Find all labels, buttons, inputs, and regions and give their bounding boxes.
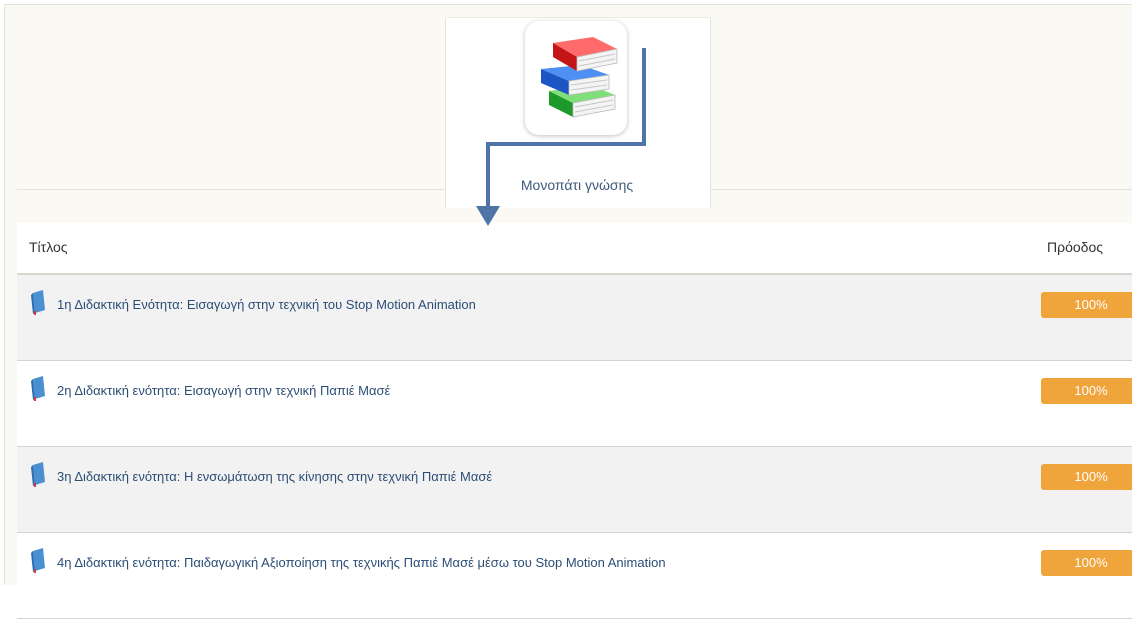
book-icon	[31, 461, 47, 492]
progress-badge: 100%	[1041, 378, 1132, 404]
book-icon	[31, 375, 47, 406]
tab-divider-left	[17, 189, 445, 190]
table-row: 3η Διδακτική ενότητα: Η ενσωμάτωση της κ…	[17, 447, 1132, 533]
table-header: Τίτλος Πρόοδος	[17, 223, 1132, 275]
progress-badge: 100%	[1041, 464, 1132, 490]
books-stack-icon[interactable]	[525, 21, 627, 135]
tab-divider-right	[709, 189, 1132, 190]
table-row: 1η Διδακτική Ενότητα: Εισαγωγή στην τεχν…	[17, 275, 1132, 361]
tab-bar: Μονοπάτι γνώσης	[5, 5, 1132, 208]
book-icon	[31, 289, 47, 320]
book-icon	[31, 547, 47, 578]
lesson-link[interactable]: 2η Διδακτική ενότητα: Εισαγωγή στην τεχν…	[57, 383, 390, 398]
lesson-link[interactable]: 3η Διδακτική ενότητα: Η ενσωμάτωση της κ…	[57, 469, 492, 484]
header-progress: Πρόοδος	[1047, 239, 1103, 255]
lessons-table: Τίτλος Πρόοδος 1η Διδακτική Ενότητα: Εισ…	[17, 223, 1132, 619]
progress-badge: 100%	[1041, 292, 1132, 318]
table-row: 4η Διδακτική ενότητα: Παιδαγωγική Αξιοπο…	[17, 533, 1132, 619]
header-title: Τίτλος	[29, 239, 68, 255]
lesson-link[interactable]: 4η Διδακτική ενότητα: Παιδαγωγική Αξιοπο…	[57, 555, 666, 570]
table-row: 2η Διδακτική ενότητα: Εισαγωγή στην τεχν…	[17, 361, 1132, 447]
progress-badge: 100%	[1041, 550, 1132, 576]
tab-label[interactable]: Μονοπάτι γνώσης	[445, 177, 709, 193]
learning-path-panel: Μονοπάτι γνώσης Τίτλος Πρόοδος 1η Διδακτ…	[4, 4, 1132, 619]
lesson-link[interactable]: 1η Διδακτική Ενότητα: Εισαγωγή στην τεχν…	[57, 297, 476, 312]
